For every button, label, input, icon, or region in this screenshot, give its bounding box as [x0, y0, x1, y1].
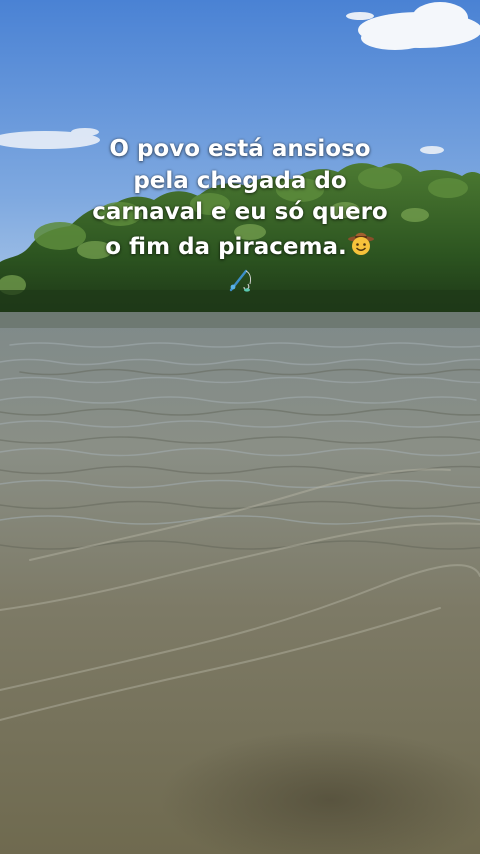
river-scene-photo — [0, 0, 480, 854]
fishing-pole-icon — [226, 266, 254, 304]
cowboy-face-icon — [347, 229, 375, 267]
caption-line-4: o fim da piracema. — [40, 229, 440, 267]
caption-line-1: O povo está ansioso — [109, 136, 371, 162]
caption-line-3: carnaval e eu só quero — [92, 199, 388, 225]
caption-line-4-text: o fim da piracema. — [105, 233, 347, 260]
caption-text: O povo está ansioso pela chegada do carn… — [40, 134, 440, 304]
caption-line-5 — [40, 266, 440, 304]
caption-line-2: pela chegada do — [133, 167, 347, 194]
